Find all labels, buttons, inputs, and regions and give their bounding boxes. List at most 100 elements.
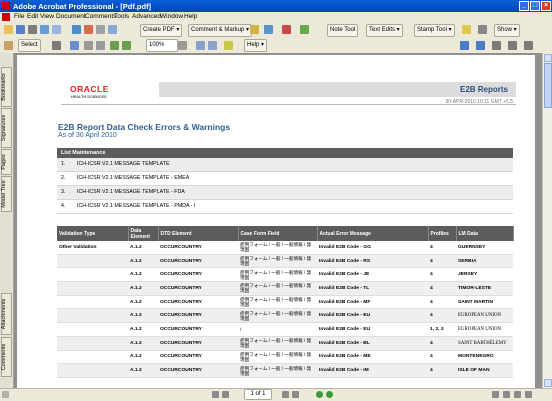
rotate-clockwise-icon[interactable]	[208, 41, 217, 50]
sign-icon[interactable]	[264, 25, 273, 34]
data-element-cell: A.1.2	[128, 267, 158, 283]
hand-tool-icon[interactable]	[4, 41, 13, 50]
scroll-down-button[interactable]	[544, 379, 552, 387]
report-header-date: 30-APR-2010 10:11 GMT +5.5	[445, 99, 514, 105]
select-tool-button[interactable]: Select	[18, 39, 41, 52]
close-button[interactable]: ×	[541, 1, 551, 11]
table-row: A.1.2 OCCURCOUNTRY 症例フォーム / 一般 / 一般情報 / 発現…	[57, 308, 513, 324]
zoom-dropdown-icon[interactable]	[178, 41, 187, 50]
stamp-tool-button[interactable]: Stamp Tool ▾	[414, 24, 455, 37]
first-page-icon[interactable]	[212, 391, 219, 398]
menu-help[interactable]: Help	[184, 13, 197, 20]
pencil-icon[interactable]	[282, 25, 291, 34]
zoom-in-icon[interactable]	[70, 41, 79, 50]
organizer-icon[interactable]	[72, 25, 81, 34]
tab-attachments[interactable]: Attachments	[1, 293, 12, 335]
profiles-cell: 4	[428, 254, 456, 269]
menu-edit[interactable]: Edit	[27, 13, 38, 20]
go-back-icon[interactable]	[316, 391, 323, 398]
continuous-icon[interactable]	[503, 391, 510, 398]
minimize-button[interactable]: _	[519, 1, 529, 11]
profiles-cell: 4	[428, 241, 456, 255]
forms-icon[interactable]	[300, 25, 309, 34]
previous-page-icon[interactable]	[222, 391, 229, 398]
table-row: A.1.2 OCCURCOUNTRY 症例フォーム / 一般 / 一般情報 / 発現…	[57, 254, 513, 269]
create-pdf-button[interactable]: Create PDF ▾	[140, 24, 183, 37]
print-icon[interactable]	[28, 25, 37, 34]
scroll-up-button[interactable]	[544, 54, 552, 62]
list-item: 1. ICH-ICSR V2.1 MESSAGE TEMPLATE	[57, 158, 513, 172]
menu-view[interactable]: View	[40, 13, 54, 20]
report-header-bar: E2B Reports	[159, 82, 516, 97]
snapshot-icon[interactable]	[52, 41, 61, 50]
menu-tools[interactable]: Tools	[114, 13, 129, 20]
comment-markup-button[interactable]: Comment & Markup ▾	[188, 24, 253, 37]
document-menu-icon[interactable]	[2, 13, 10, 21]
document-viewport[interactable]: ORACLE HEALTH SCIENCES E2B Reports 30-AP…	[14, 53, 542, 388]
oracle-logo: ORACLE HEALTH SCIENCES	[70, 84, 109, 99]
tab-bookmarks[interactable]: Bookmarks	[1, 67, 12, 107]
case-form-field-cell: 症例フォーム / 一般 / 一般情報 / 発現国	[238, 295, 317, 310]
validation-type-cell	[57, 363, 128, 378]
maximize-button[interactable]: □	[530, 1, 540, 11]
tab-pages[interactable]: Pages	[1, 149, 12, 175]
page-layout-icon[interactable]	[476, 41, 485, 50]
highlight-icon[interactable]	[462, 25, 471, 34]
fit-width-icon[interactable]	[96, 41, 105, 50]
last-page-icon[interactable]	[292, 391, 299, 398]
validation-type-cell	[57, 322, 128, 337]
lm-data-cell: EUROPEAN UNION	[456, 308, 513, 324]
properties-icon[interactable]	[524, 41, 533, 50]
rotate-icon[interactable]	[196, 41, 205, 50]
attach-icon[interactable]	[108, 25, 117, 34]
dtd-element-cell: OCCURCOUNTRY	[158, 241, 238, 255]
show-button[interactable]: Show ▾	[494, 24, 520, 37]
tab-signatures[interactable]: Signatures	[1, 108, 12, 148]
page-number-field[interactable]: 1 of 1	[244, 389, 272, 400]
email-icon[interactable]	[40, 25, 49, 34]
menu-comments[interactable]: Comments	[85, 13, 116, 20]
zoom-level-field[interactable]: 100%	[146, 39, 178, 52]
continuous-facing-icon[interactable]	[525, 391, 532, 398]
data-element-cell: A.1.2	[128, 241, 158, 255]
combine-icon[interactable]	[84, 25, 93, 34]
error-message-cell: Invalid E2B Code - EU	[317, 322, 428, 337]
case-form-field-cell: /	[238, 322, 317, 337]
note-tool-button[interactable]: Note Tool	[327, 24, 359, 37]
tab-model-tree[interactable]: Model Tree	[1, 176, 12, 212]
search-icon[interactable]	[52, 25, 61, 34]
grid-icon[interactable]	[492, 41, 501, 50]
menu-advanced[interactable]: Advanced	[132, 13, 161, 20]
open-icon[interactable]	[4, 25, 13, 34]
shapes-icon[interactable]	[478, 25, 487, 34]
single-page-icon[interactable]	[492, 391, 499, 398]
table-row: A.1.2 OCCURCOUNTRY 症例フォーム / 一般 / 一般情報 / 発現…	[57, 267, 513, 283]
export-icon[interactable]	[96, 25, 105, 34]
error-message-cell: Invalid E2B Code - EU	[317, 308, 428, 324]
tasks-icon[interactable]	[508, 41, 517, 50]
validation-type-cell: Other Validation	[57, 241, 128, 255]
text-edits-button[interactable]: Text Edits ▾	[366, 24, 403, 37]
column-header: Data Element	[128, 226, 159, 241]
column-header: Case Form Field	[238, 226, 318, 241]
page-nav-icon[interactable]	[460, 41, 469, 50]
zoom-in-plus-icon[interactable]	[122, 41, 131, 50]
zoom-out-icon[interactable]	[110, 41, 119, 50]
secure-icon[interactable]	[250, 25, 259, 34]
menu-window[interactable]: Window	[160, 13, 183, 20]
dtd-element-cell: OCCURCOUNTRY	[158, 281, 238, 296]
scroll-thumb[interactable]	[544, 63, 552, 108]
fit-page-icon[interactable]	[84, 41, 93, 50]
vertical-scrollbar[interactable]	[542, 53, 552, 388]
menu-file[interactable]: File	[14, 13, 24, 20]
pdf-page: ORACLE HEALTH SCIENCES E2B Reports 30-AP…	[17, 55, 535, 388]
facing-icon[interactable]	[514, 391, 521, 398]
table-row: Other Validation A.1.2 OCCURCOUNTRY 症例フォーム …	[57, 241, 513, 255]
save-icon[interactable]	[16, 25, 25, 34]
next-page-icon[interactable]	[282, 391, 289, 398]
tab-comments[interactable]: Comments	[1, 337, 12, 377]
go-forward-icon[interactable]	[326, 391, 333, 398]
menu-document[interactable]: Document	[56, 13, 86, 20]
help-button[interactable]: Help ▾	[244, 39, 268, 52]
read-mode-icon[interactable]	[224, 41, 233, 50]
